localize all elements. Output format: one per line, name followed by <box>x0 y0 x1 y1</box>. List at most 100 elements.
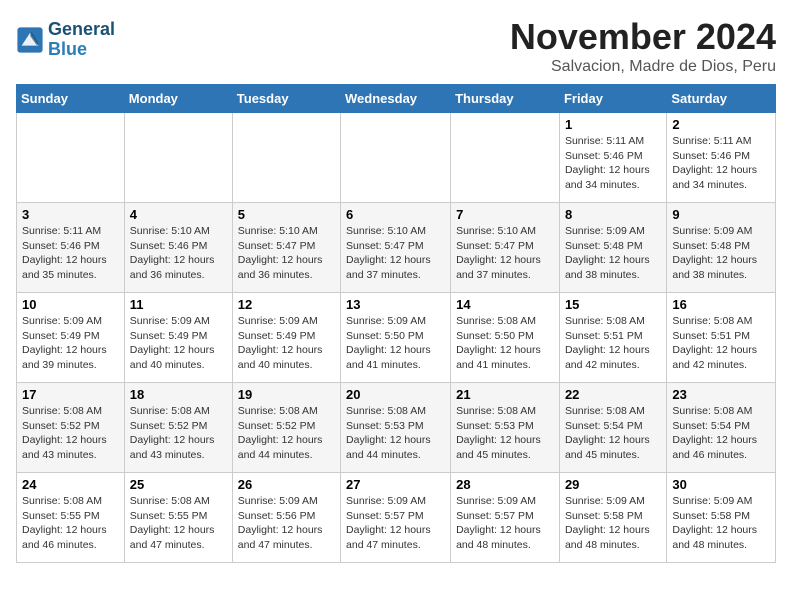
weekday-header-wednesday: Wednesday <box>341 85 451 113</box>
calendar-cell: 29 Sunrise: 5:09 AM Sunset: 5:58 PM Dayli… <box>559 473 666 563</box>
day-detail: Sunrise: 5:08 AM Sunset: 5:54 PM Dayligh… <box>565 404 661 463</box>
month-title: November 2024 <box>510 16 776 58</box>
calendar-cell <box>124 113 232 203</box>
day-number: 24 <box>22 477 119 492</box>
day-number: 10 <box>22 297 119 312</box>
calendar-cell: 30 Sunrise: 5:09 AM Sunset: 5:58 PM Dayli… <box>667 473 776 563</box>
day-detail: Sunrise: 5:08 AM Sunset: 5:52 PM Dayligh… <box>238 404 335 463</box>
day-detail: Sunrise: 5:10 AM Sunset: 5:47 PM Dayligh… <box>456 224 554 283</box>
calendar-week-0: 1 Sunrise: 5:11 AM Sunset: 5:46 PM Daylig… <box>17 113 776 203</box>
calendar-cell: 22 Sunrise: 5:08 AM Sunset: 5:54 PM Dayli… <box>559 383 666 473</box>
logo-icon <box>16 26 44 54</box>
calendar-cell: 12 Sunrise: 5:09 AM Sunset: 5:49 PM Dayli… <box>232 293 340 383</box>
day-detail: Sunrise: 5:09 AM Sunset: 5:49 PM Dayligh… <box>130 314 227 373</box>
calendar-cell <box>341 113 451 203</box>
day-number: 9 <box>672 207 770 222</box>
day-detail: Sunrise: 5:10 AM Sunset: 5:47 PM Dayligh… <box>346 224 445 283</box>
day-number: 27 <box>346 477 445 492</box>
title-area: November 2024 Salvacion, Madre de Dios, … <box>510 16 776 76</box>
calendar-table: SundayMondayTuesdayWednesdayThursdayFrid… <box>16 84 776 563</box>
weekday-header-tuesday: Tuesday <box>232 85 340 113</box>
calendar-week-3: 17 Sunrise: 5:08 AM Sunset: 5:52 PM Dayli… <box>17 383 776 473</box>
day-number: 29 <box>565 477 661 492</box>
day-number: 15 <box>565 297 661 312</box>
day-number: 2 <box>672 117 770 132</box>
logo-text-line2: Blue <box>48 40 115 60</box>
weekday-header-thursday: Thursday <box>451 85 560 113</box>
calendar-cell: 3 Sunrise: 5:11 AM Sunset: 5:46 PM Daylig… <box>17 203 125 293</box>
calendar-cell: 1 Sunrise: 5:11 AM Sunset: 5:46 PM Daylig… <box>559 113 666 203</box>
calendar-cell: 23Sunrise: 5:08 AM Sunset: 5:54 PM Dayli… <box>667 383 776 473</box>
day-detail: Sunrise: 5:08 AM Sunset: 5:55 PM Dayligh… <box>130 494 227 553</box>
day-detail: Sunrise: 5:09 AM Sunset: 5:58 PM Dayligh… <box>565 494 661 553</box>
day-detail: Sunrise: 5:08 AM Sunset: 5:55 PM Dayligh… <box>22 494 119 553</box>
logo: General Blue <box>16 20 115 60</box>
day-number: 21 <box>456 387 554 402</box>
calendar-cell: 5 Sunrise: 5:10 AM Sunset: 5:47 PM Daylig… <box>232 203 340 293</box>
day-number: 5 <box>238 207 335 222</box>
day-number: 14 <box>456 297 554 312</box>
day-number: 19 <box>238 387 335 402</box>
day-number: 18 <box>130 387 227 402</box>
day-detail: Sunrise: 5:08 AM Sunset: 5:53 PM Dayligh… <box>346 404 445 463</box>
calendar-cell: 6 Sunrise: 5:10 AM Sunset: 5:47 PM Daylig… <box>341 203 451 293</box>
day-number: 16 <box>672 297 770 312</box>
day-detail: Sunrise: 5:11 AM Sunset: 5:46 PM Dayligh… <box>565 134 661 193</box>
day-number: 8 <box>565 207 661 222</box>
day-number: 12 <box>238 297 335 312</box>
calendar-cell: 24 Sunrise: 5:08 AM Sunset: 5:55 PM Dayli… <box>17 473 125 563</box>
calendar-cell: 25 Sunrise: 5:08 AM Sunset: 5:55 PM Dayli… <box>124 473 232 563</box>
day-number: 20 <box>346 387 445 402</box>
day-number: 3 <box>22 207 119 222</box>
calendar-cell: 17Sunrise: 5:08 AM Sunset: 5:52 PM Dayli… <box>17 383 125 473</box>
day-number: 17 <box>22 387 119 402</box>
day-number: 6 <box>346 207 445 222</box>
day-number: 26 <box>238 477 335 492</box>
day-detail: Sunrise: 5:11 AM Sunset: 5:46 PM Dayligh… <box>22 224 119 283</box>
calendar-cell: 7 Sunrise: 5:10 AM Sunset: 5:47 PM Daylig… <box>451 203 560 293</box>
day-detail: Sunrise: 5:09 AM Sunset: 5:48 PM Dayligh… <box>672 224 770 283</box>
weekday-header-monday: Monday <box>124 85 232 113</box>
calendar-week-1: 3 Sunrise: 5:11 AM Sunset: 5:46 PM Daylig… <box>17 203 776 293</box>
day-number: 25 <box>130 477 227 492</box>
weekday-header-saturday: Saturday <box>667 85 776 113</box>
logo-text-line1: General <box>48 20 115 40</box>
day-detail: Sunrise: 5:08 AM Sunset: 5:51 PM Dayligh… <box>672 314 770 373</box>
day-detail: Sunrise: 5:10 AM Sunset: 5:46 PM Dayligh… <box>130 224 227 283</box>
day-number: 1 <box>565 117 661 132</box>
calendar-cell: 8 Sunrise: 5:09 AM Sunset: 5:48 PM Daylig… <box>559 203 666 293</box>
calendar-cell: 14Sunrise: 5:08 AM Sunset: 5:50 PM Dayli… <box>451 293 560 383</box>
day-number: 4 <box>130 207 227 222</box>
calendar-cell <box>17 113 125 203</box>
day-detail: Sunrise: 5:11 AM Sunset: 5:46 PM Dayligh… <box>672 134 770 193</box>
calendar-cell <box>451 113 560 203</box>
day-number: 22 <box>565 387 661 402</box>
calendar-cell: 26 Sunrise: 5:09 AM Sunset: 5:56 PM Dayli… <box>232 473 340 563</box>
weekday-header-sunday: Sunday <box>17 85 125 113</box>
day-detail: Sunrise: 5:09 AM Sunset: 5:49 PM Dayligh… <box>238 314 335 373</box>
calendar-week-2: 10 Sunrise: 5:09 AM Sunset: 5:49 PM Dayli… <box>17 293 776 383</box>
calendar-cell: 28Sunrise: 5:09 AM Sunset: 5:57 PM Dayli… <box>451 473 560 563</box>
calendar-cell <box>232 113 340 203</box>
day-number: 30 <box>672 477 770 492</box>
day-number: 28 <box>456 477 554 492</box>
calendar-cell: 16 Sunrise: 5:08 AM Sunset: 5:51 PM Dayli… <box>667 293 776 383</box>
weekday-header-friday: Friday <box>559 85 666 113</box>
calendar-cell: 11 Sunrise: 5:09 AM Sunset: 5:49 PM Dayli… <box>124 293 232 383</box>
day-detail: Sunrise: 5:09 AM Sunset: 5:48 PM Dayligh… <box>565 224 661 283</box>
day-detail: Sunrise: 5:09 AM Sunset: 5:50 PM Dayligh… <box>346 314 445 373</box>
calendar-cell: 15 Sunrise: 5:08 AM Sunset: 5:51 PM Dayli… <box>559 293 666 383</box>
calendar-cell: 4 Sunrise: 5:10 AM Sunset: 5:46 PM Daylig… <box>124 203 232 293</box>
calendar-cell: 27Sunrise: 5:09 AM Sunset: 5:57 PM Dayli… <box>341 473 451 563</box>
day-detail: Sunrise: 5:10 AM Sunset: 5:47 PM Dayligh… <box>238 224 335 283</box>
calendar-header: SundayMondayTuesdayWednesdayThursdayFrid… <box>17 85 776 113</box>
day-number: 11 <box>130 297 227 312</box>
calendar-week-4: 24 Sunrise: 5:08 AM Sunset: 5:55 PM Dayli… <box>17 473 776 563</box>
day-detail: Sunrise: 5:09 AM Sunset: 5:58 PM Dayligh… <box>672 494 770 553</box>
day-detail: Sunrise: 5:08 AM Sunset: 5:54 PM Dayligh… <box>672 404 770 463</box>
day-detail: Sunrise: 5:09 AM Sunset: 5:56 PM Dayligh… <box>238 494 335 553</box>
page-header: General Blue November 2024 Salvacion, Ma… <box>16 16 776 76</box>
day-detail: Sunrise: 5:08 AM Sunset: 5:51 PM Dayligh… <box>565 314 661 373</box>
day-detail: Sunrise: 5:09 AM Sunset: 5:49 PM Dayligh… <box>22 314 119 373</box>
day-number: 7 <box>456 207 554 222</box>
